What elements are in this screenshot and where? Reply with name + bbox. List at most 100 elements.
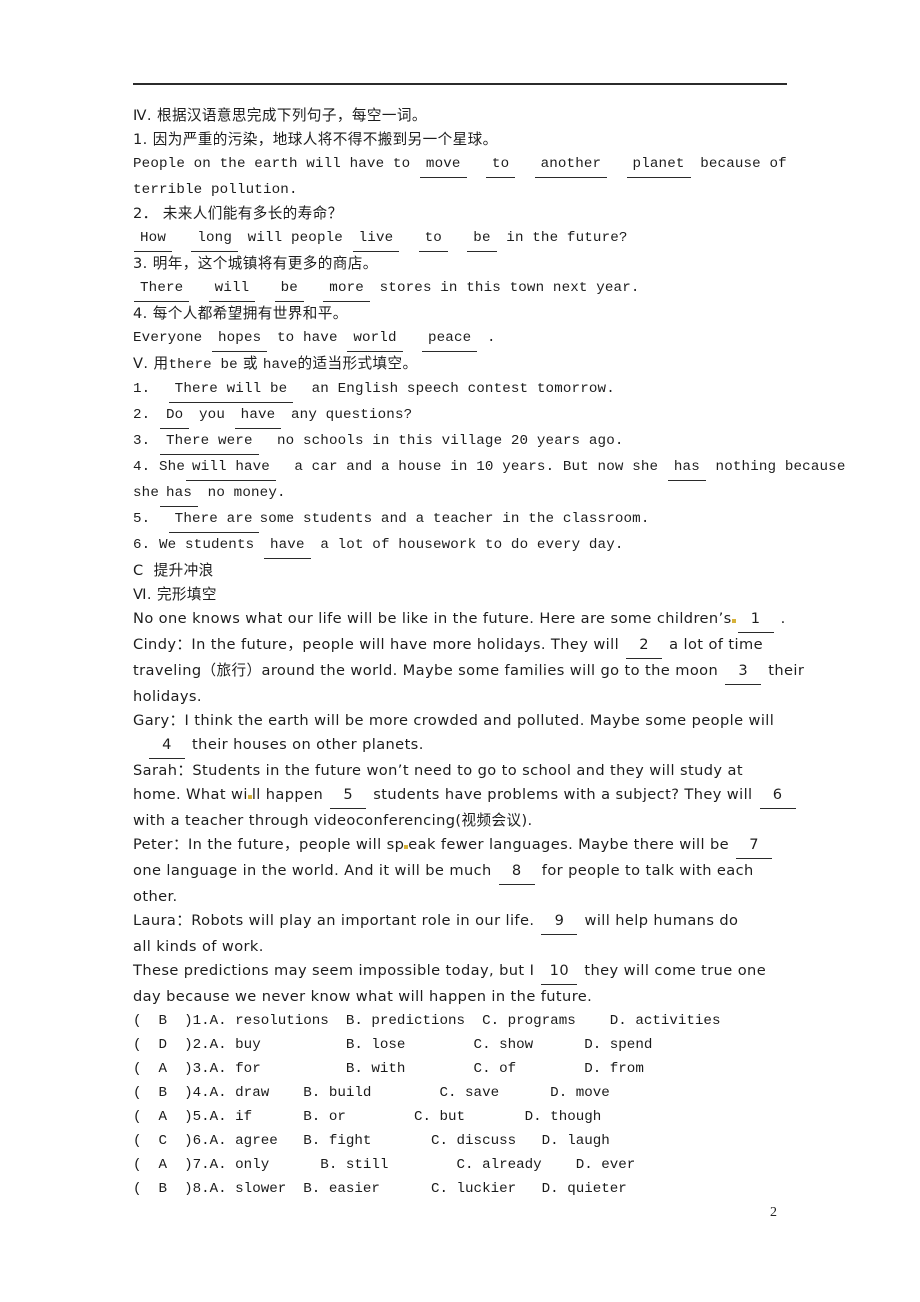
sentence-text: any questions?	[291, 407, 413, 423]
cloze-blank-8: 8	[498, 859, 535, 885]
sentence-text: stores in this town next year.	[379, 280, 640, 296]
sentence-text: because of	[700, 156, 787, 172]
section-v-item-5: 5. There are some students and a teacher …	[133, 507, 853, 533]
passage-text: they will come true one	[584, 962, 767, 979]
answer-blank: has	[160, 481, 198, 507]
item-chinese: 每个人都希望拥有世界和平。	[152, 305, 348, 322]
cloze-blank-2: 2	[626, 633, 663, 659]
document-page: Ⅳ. 根据汉语意思完成下列句子，每空一词。 1. 因为严重的污染，地球人将不得不…	[0, 0, 920, 1302]
answer-blank: be	[274, 276, 304, 302]
passage-text: students have problems with a subject? T…	[373, 786, 753, 803]
passage-text: .	[780, 610, 786, 627]
choices-list: ( B )1.A. resolutions B. predictions C. …	[133, 1009, 853, 1201]
heading-term: have	[262, 357, 298, 373]
answer-blank: Do	[160, 403, 190, 429]
passage-line: with a teacher through videoconferencing…	[133, 809, 853, 833]
choice-row: ( A )3.A. for B. with C. of D. from	[133, 1061, 644, 1077]
sentence-text: she	[133, 485, 159, 501]
cloze-blank-6: 6	[759, 783, 796, 809]
choice-row: ( A )5.A. if B. or C. but D. though	[133, 1109, 602, 1125]
passage-line: 4 their houses on other planets.	[133, 733, 853, 759]
passage-line: No one knows what our life will be like …	[133, 607, 853, 633]
answer-blank: There	[134, 276, 190, 302]
cloze-blank-1: 1	[737, 607, 774, 633]
section-iv-item-3-english: There will be more stores in this town n…	[133, 276, 853, 302]
sentence-text: Everyone	[133, 330, 203, 346]
passage-line: one language in the world. And it will b…	[133, 859, 853, 885]
heading-text: 或	[242, 355, 258, 372]
passage-line: Cindy：In the future，people will have mor…	[133, 633, 853, 659]
sentence-text: you	[199, 407, 225, 423]
cloze-blank-5: 5	[330, 783, 367, 809]
section-iv-item-4-english: Everyone hopes to have world peace .	[133, 326, 853, 352]
answer-blank: will	[208, 276, 256, 302]
sentence-text: no money.	[207, 485, 286, 501]
section-iv-item-2-chinese: 2． 未来人们能有多长的寿命？	[133, 202, 853, 226]
passage-text: eak fewer languages. Maybe there will be	[408, 836, 730, 853]
section-label: C	[133, 562, 144, 579]
answer-blank: have	[263, 533, 311, 559]
answer-blank: hopes	[211, 326, 268, 352]
cloze-blank-7: 7	[736, 833, 773, 859]
passage-line: other.	[133, 885, 853, 909]
item-number: 4.	[133, 459, 151, 475]
passage-text: Laura：Robots will play an important role…	[133, 912, 535, 929]
item-number: 6.	[133, 537, 151, 553]
answer-blank: There were	[160, 429, 259, 455]
section-iv-item-3-chinese: 3. 明年，这个城镇将有更多的商店。	[133, 252, 853, 276]
answer-blank: has	[667, 455, 706, 481]
item-number: 3.	[133, 255, 148, 272]
answer-blank: will have	[186, 455, 276, 481]
choice-row: ( D )2.A. buy B. lose C. show D. spend	[133, 1037, 653, 1053]
answer-blank: more	[323, 276, 370, 302]
cloze-blank-10: 10	[541, 959, 578, 985]
passage-line: Peter：In the future，people will sp eak fe…	[133, 833, 853, 859]
sentence-text: a car and a house in 10 years. But now s…	[294, 459, 659, 475]
section-title: 提升冲浪	[153, 562, 214, 579]
item-number: 1.	[133, 381, 151, 397]
heading-term: there be	[168, 357, 238, 373]
passage-text: a lot of time	[669, 636, 763, 653]
section-iv-item-1-english: People on the earth will have to move to…	[133, 152, 853, 178]
sentence-text: We students	[159, 537, 255, 553]
passage-text: will help humans do	[584, 912, 739, 929]
item-number: 3.	[133, 433, 151, 449]
passage-line: These predictions may seem impossible to…	[133, 959, 853, 985]
passage-line: all kinds of work.	[133, 935, 853, 959]
section-c-heading: C 提升冲浪	[133, 559, 853, 583]
item-number: 4.	[133, 305, 148, 322]
item-chinese: 明年，这个城镇将有更多的商店。	[152, 255, 378, 272]
passage-line: holidays.	[133, 685, 853, 709]
passage-text: holidays.	[133, 688, 202, 705]
answer-blank: How	[134, 226, 172, 252]
passage-line: home. What wi ll happen 5 students have p…	[133, 783, 853, 809]
choice-row: ( B )8.A. slower B. easier C. luckier D.…	[133, 1181, 627, 1197]
answer-blank: long	[191, 226, 238, 252]
answer-blank: planet	[626, 152, 691, 178]
sentence-text: some students and a teacher in the class…	[259, 511, 650, 527]
answer-blank: to	[418, 226, 448, 252]
passage-text: with a teacher through videoconferencing…	[133, 812, 533, 829]
sentence-text: nothing because	[715, 459, 846, 475]
passage-text: Sarah：Students in the future won’t need …	[133, 762, 743, 779]
choice-row: ( B )1.A. resolutions B. predictions C. …	[133, 1013, 721, 1029]
answer-blank: move	[419, 152, 467, 178]
answer-blank: There are	[168, 507, 259, 533]
answer-blank: another	[534, 152, 608, 178]
passage-text: all kinds of work.	[133, 938, 264, 955]
heading-text: Ⅴ. 用	[133, 355, 169, 372]
section-v-item-6: 6. We students have a lot of housework t…	[133, 533, 853, 559]
passage-text: one language in the world. And it will b…	[133, 862, 492, 879]
passage-line: Laura：Robots will play an important role…	[133, 909, 853, 935]
passage-text: day because we never know what will happ…	[133, 988, 593, 1005]
passage-text: Peter：In the future，people will sp	[133, 836, 405, 853]
item-number: 1.	[133, 131, 148, 148]
passage-text: for people to talk with each	[541, 862, 754, 879]
item-number: 5.	[133, 511, 151, 527]
section-v-heading: Ⅴ. 用there be 或 have的适当形式填空。	[133, 352, 853, 377]
section-v-item-3: 3. There were no schools in this village…	[133, 429, 853, 455]
item-chinese: 因为严重的污染，地球人将不得不搬到另一个星球。	[152, 131, 498, 148]
passage-line: day because we never know what will happ…	[133, 985, 853, 1009]
sentence-text: an English speech contest tomorrow.	[311, 381, 615, 397]
cloze-blank-3: 3	[725, 659, 762, 685]
